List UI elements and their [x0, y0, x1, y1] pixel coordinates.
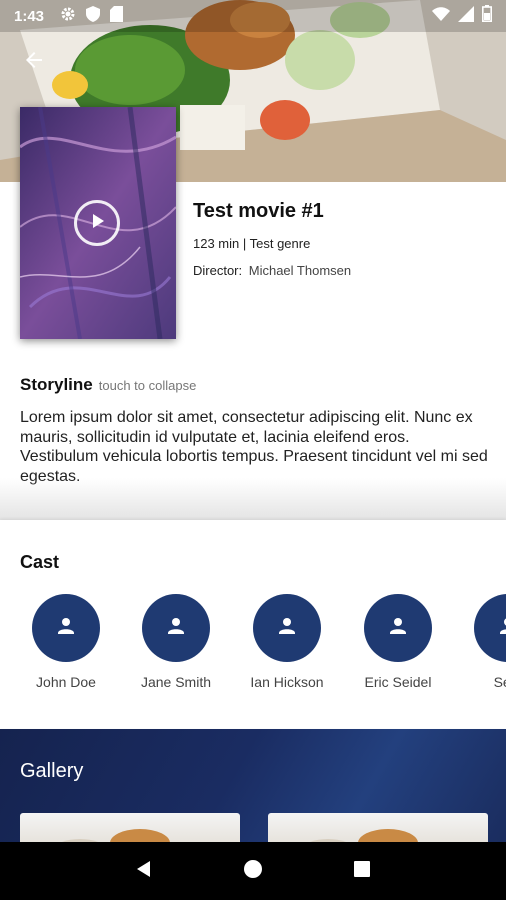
status-bar: 1:43	[0, 0, 506, 32]
avatar	[253, 594, 321, 662]
director-name: Michael Thomsen	[248, 263, 352, 278]
storyline-hint: touch to collapse	[98, 378, 197, 393]
nav-home-button[interactable]	[237, 855, 269, 887]
movie-runtime-genre: 123 min | Test genre	[193, 236, 311, 251]
nav-back-button[interactable]	[128, 855, 160, 887]
avatar	[142, 594, 210, 662]
gear-icon	[60, 6, 76, 27]
play-icon	[87, 211, 107, 236]
person-icon	[54, 614, 78, 643]
status-time: 1:43	[14, 7, 45, 25]
wifi-icon	[432, 6, 450, 26]
cast-name: Ian Hickson	[250, 674, 324, 690]
director-label: Director:	[193, 263, 243, 278]
system-nav-bar	[0, 842, 506, 900]
storyline-title: Storyline	[20, 375, 93, 394]
avatar	[364, 594, 432, 662]
movie-director: Director: Michael Thomsen	[193, 263, 351, 278]
cast-title: Cast	[20, 552, 60, 572]
cast-name: John Doe	[36, 674, 96, 690]
nav-recents-button[interactable]	[346, 855, 378, 887]
shield-icon	[86, 5, 101, 27]
storyline-text: Lorem ipsum dolor sit amet, consectetur …	[20, 409, 488, 485]
cast-member[interactable]: Seth	[453, 594, 506, 690]
arrow-left-icon	[22, 48, 46, 77]
battery-icon	[482, 5, 492, 27]
cast-member[interactable]: John Doe	[11, 594, 121, 690]
signal-icon	[458, 5, 474, 27]
cast-member[interactable]: Ian Hickson	[232, 594, 342, 690]
recents-square-icon	[352, 859, 372, 884]
cast-name: Eric Seidel	[364, 674, 432, 690]
cast-name: Jane Smith	[140, 674, 212, 690]
cast-list[interactable]: John Doe Jane Smith Ian Hickson Eric Sei…	[0, 594, 506, 704]
person-icon	[275, 614, 299, 643]
gallery-section: Gallery	[0, 729, 506, 849]
person-icon	[164, 614, 188, 643]
person-icon	[496, 614, 506, 643]
movie-poster[interactable]	[20, 107, 176, 339]
gallery-title: Gallery	[20, 760, 84, 782]
back-button[interactable]	[18, 46, 50, 78]
section-shadow	[0, 478, 506, 520]
home-circle-icon	[243, 859, 263, 884]
sd-card-icon	[110, 5, 124, 27]
avatar	[474, 594, 506, 662]
cast-member[interactable]: Eric Seidel	[343, 594, 453, 690]
person-icon	[386, 614, 410, 643]
play-button[interactable]	[74, 200, 120, 246]
cast-section: Cast John Doe Jane Smith Ian Hickson Eri…	[0, 520, 506, 728]
movie-title: Test movie #1	[193, 200, 324, 222]
back-triangle-icon	[134, 859, 154, 884]
storyline-toggle[interactable]: Storyline touch to collapse	[20, 375, 196, 395]
cast-name: Seth	[493, 674, 506, 690]
cast-member[interactable]: Jane Smith	[121, 594, 231, 690]
avatar	[32, 594, 100, 662]
